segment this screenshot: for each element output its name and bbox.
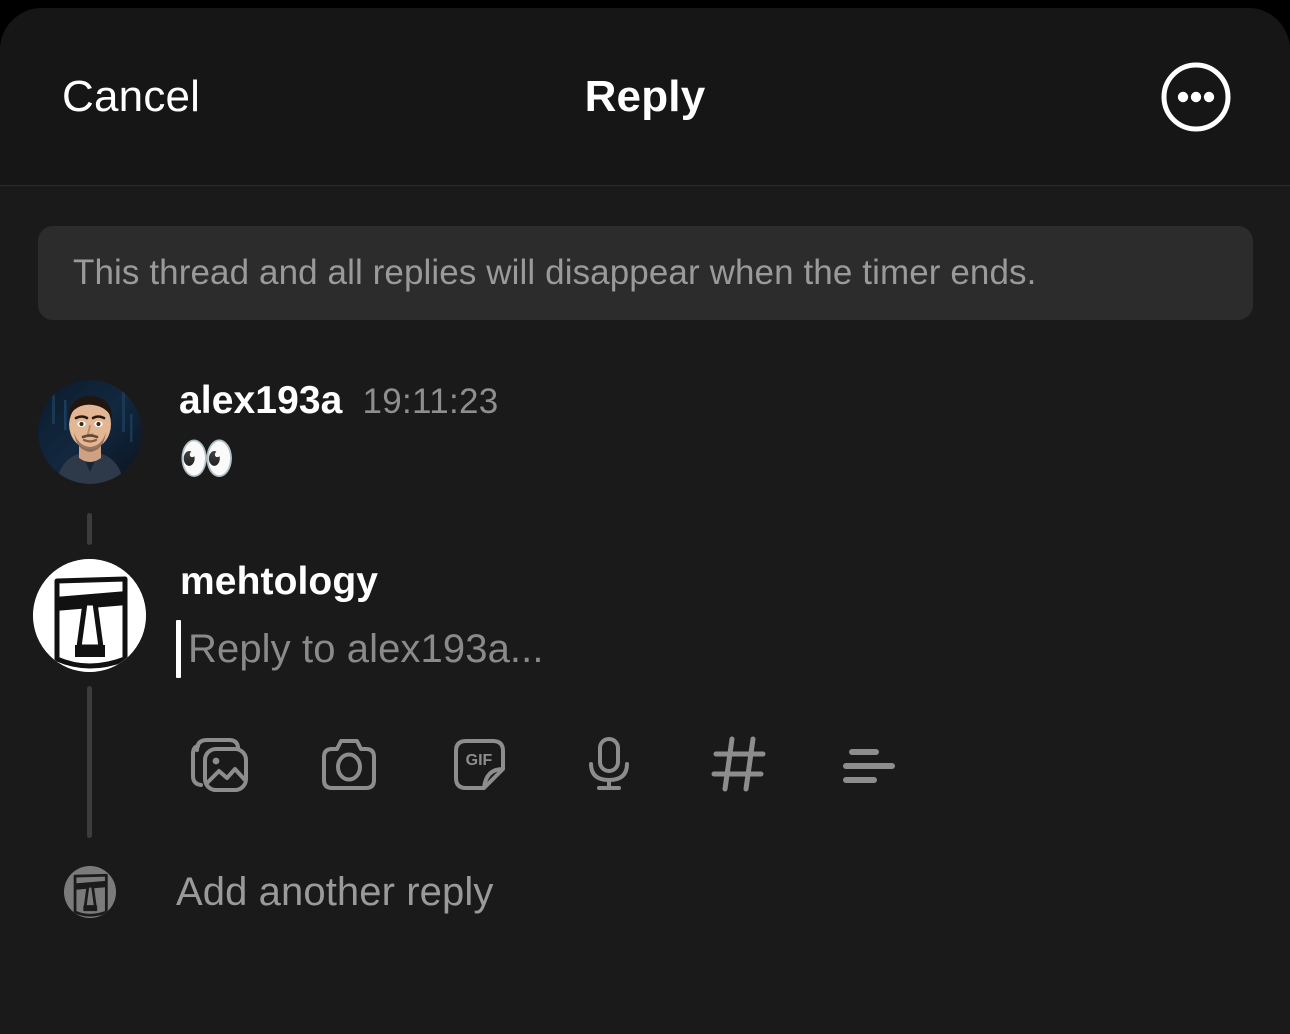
text-cursor bbox=[176, 620, 181, 678]
avatar bbox=[64, 866, 116, 918]
format-text-icon bbox=[843, 749, 895, 783]
svg-text:GIF: GIF bbox=[466, 752, 493, 769]
disappearing-notice-text: This thread and all replies will disappe… bbox=[73, 253, 1037, 292]
avatar[interactable] bbox=[38, 380, 142, 484]
gallery-icon bbox=[191, 738, 248, 792]
add-another-reply-button[interactable]: Add another reply bbox=[176, 866, 493, 918]
user-photo-avatar-icon bbox=[38, 380, 142, 484]
reply-input[interactable]: Reply to alex193a... bbox=[176, 618, 544, 680]
composer-toolbar: GIF bbox=[186, 731, 902, 797]
add-another-reply-label: Add another reply bbox=[176, 869, 494, 914]
reply-input-placeholder: Reply to alex193a... bbox=[188, 626, 544, 671]
message-header: alex193a 19:11:23 bbox=[179, 379, 499, 423]
camera-button[interactable] bbox=[316, 731, 382, 797]
microphone-icon bbox=[589, 737, 629, 790]
thread-connector-top bbox=[87, 513, 92, 545]
moai-avatar-icon bbox=[33, 559, 146, 672]
modal-header: Cancel Reply bbox=[0, 8, 1290, 186]
message-username[interactable]: alex193a bbox=[179, 379, 342, 423]
microphone-button[interactable] bbox=[576, 731, 642, 797]
page-title: Reply bbox=[584, 71, 706, 121]
avatar[interactable] bbox=[33, 559, 146, 672]
hashtag-button[interactable] bbox=[706, 731, 772, 797]
gif-icon: GIF bbox=[454, 739, 505, 790]
reply-screen: Cancel Reply This thread and all replies… bbox=[0, 0, 1290, 1034]
message-timestamp: 19:11:23 bbox=[362, 382, 499, 421]
moai-avatar-small-icon bbox=[64, 866, 116, 918]
gallery-button[interactable] bbox=[186, 731, 252, 797]
hashtag-icon bbox=[711, 736, 766, 792]
more-horizontal-circle-icon bbox=[1161, 62, 1231, 131]
camera-icon bbox=[322, 739, 376, 790]
message-body: 👀 bbox=[178, 432, 237, 484]
format-text-button[interactable] bbox=[836, 731, 902, 797]
gif-button[interactable]: GIF bbox=[446, 731, 512, 797]
reply-sheet: Cancel Reply This thread and all replies… bbox=[0, 8, 1290, 1034]
thread-connector-bottom bbox=[87, 686, 92, 838]
composer-username: mehtology bbox=[180, 560, 379, 603]
more-options-button[interactable] bbox=[1160, 61, 1232, 133]
disappearing-notice-banner: This thread and all replies will disappe… bbox=[38, 226, 1253, 320]
